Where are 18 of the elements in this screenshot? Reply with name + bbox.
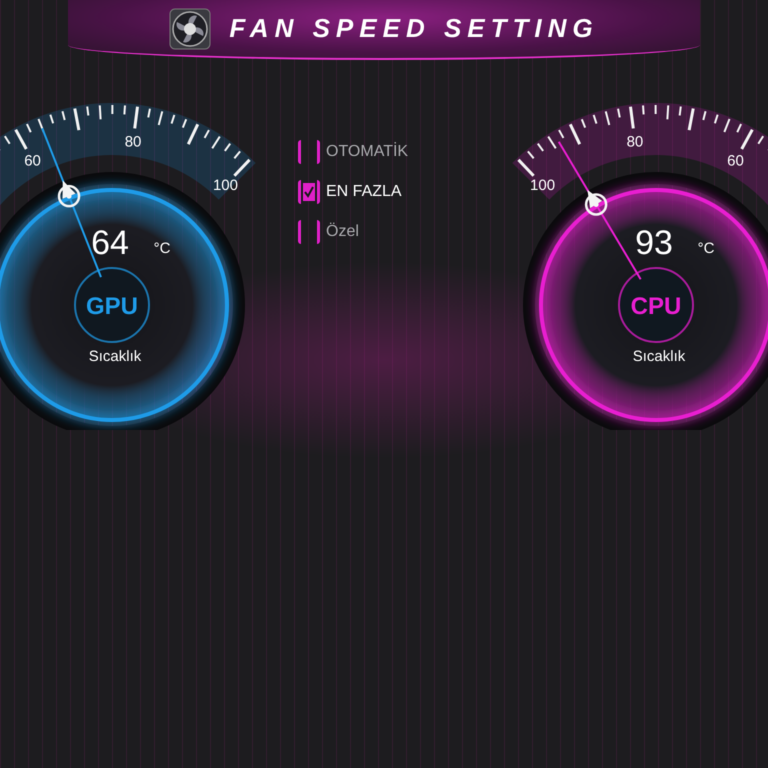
gauge-label: CPU <box>630 293 682 320</box>
option-label[interactable]: OTOMATİK <box>326 140 408 164</box>
scale-label: 100 <box>530 177 556 194</box>
scale-label: 80 <box>626 133 644 150</box>
gauge-label: GPU <box>86 293 138 320</box>
scale-label: 60 <box>24 152 41 170</box>
scale-label: 80 <box>124 133 142 150</box>
option-label[interactable]: Özel <box>326 220 359 244</box>
scale-label: 60 <box>727 152 744 170</box>
unit-label: °C <box>154 240 170 257</box>
unit-label: °C <box>698 240 714 257</box>
temperature-value: 93 <box>635 224 673 262</box>
caption-label: Sıcaklık <box>632 348 686 365</box>
caption-label: Sıcaklık <box>88 348 142 365</box>
app-title: FAN SPEED SETTING <box>229 13 599 45</box>
scale-label: 100 <box>212 177 238 194</box>
temperature-value: 64 <box>91 224 129 262</box>
option-label[interactable]: EN FAZLA <box>326 180 402 204</box>
